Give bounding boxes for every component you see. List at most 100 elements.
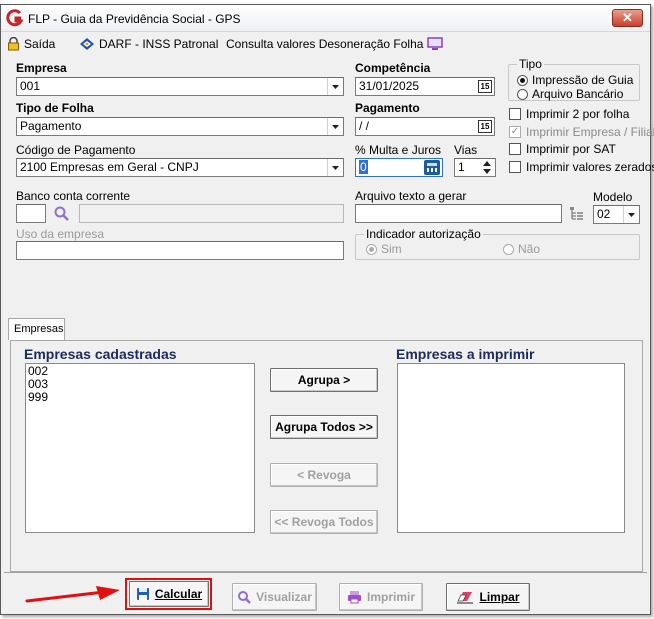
check-imprimir-empresa-filial: ✓ Imprimir Empresa / Filial: [509, 125, 654, 139]
visualizar-button: Visualizar: [232, 583, 317, 611]
check-imprimir-por-sat[interactable]: Imprimir por SAT: [509, 142, 616, 156]
tipo-label: Tipo: [517, 57, 544, 71]
magnifier-icon: [238, 591, 251, 604]
empresa-select[interactable]: 001: [16, 77, 344, 96]
check-empresa-filial-box: ✓: [509, 126, 521, 138]
floppy-disk-icon: [136, 588, 149, 600]
search-icon[interactable]: [53, 205, 70, 222]
calcular-button[interactable]: Calcular: [129, 581, 209, 607]
multa-value: 0: [359, 160, 368, 174]
spin-down-icon[interactable]: [482, 169, 492, 175]
annotation-arrow-icon: [25, 586, 120, 603]
padlock-icon: [8, 37, 19, 51]
empresas-cadastradas-list[interactable]: 002 003 999: [25, 363, 255, 533]
tipo-folha-select[interactable]: Pagamento: [16, 117, 344, 136]
radio-sim-dot: [366, 243, 377, 255]
uso-empresa-field[interactable]: [16, 241, 344, 260]
banco-label: Banco conta corrente: [16, 189, 131, 203]
radio-arquivo-bancario[interactable]: Arquivo Bancário: [517, 87, 623, 101]
empresa-value: 001: [20, 79, 41, 93]
close-button[interactable]: ✕: [612, 9, 643, 27]
radio-impressao-guia-dot: [517, 74, 528, 86]
modelo-value: 02: [597, 207, 611, 221]
check-sat-label: Imprimir por SAT: [526, 142, 616, 156]
check-imprimir-2-label: Imprimir 2 por folha: [526, 107, 630, 121]
list-item[interactable]: 999: [28, 391, 252, 404]
empresas-a-imprimir-title: Empresas a imprimir: [396, 346, 535, 362]
multa-field[interactable]: 0: [355, 158, 443, 177]
tipo-folha-label: Tipo de Folha: [16, 101, 94, 115]
modelo-select[interactable]: 02: [593, 205, 640, 224]
indicador-label: Indicador autorização: [364, 227, 483, 241]
agrupa-button-label: Agrupa >: [297, 373, 351, 387]
agrupa-todos-button[interactable]: Agrupa Todos >>: [270, 415, 378, 439]
check-zerados-box: [509, 161, 521, 173]
vias-label: Vias: [454, 143, 478, 157]
radio-arquivo-bancario-dot: [517, 88, 528, 100]
revoga-todos-button: << Revoga Todos: [270, 510, 378, 534]
imprimir-button: Imprimir: [339, 583, 423, 611]
list-item[interactable]: 002: [28, 365, 252, 378]
menu-saida[interactable]: Saída: [7, 35, 55, 53]
check-imprimir-2-por-folha[interactable]: Imprimir 2 por folha: [509, 107, 629, 121]
vias-value: 1: [458, 160, 465, 174]
tipo-folha-dropdown-button[interactable]: [327, 118, 343, 135]
check-imprimir-valores-zerados[interactable]: Imprimir valores zerados: [509, 160, 654, 174]
tab-empresas[interactable]: Empresas: [8, 318, 65, 340]
radio-impressao-guia-label: Impressão de Guia: [532, 73, 634, 87]
check-zerados-label: Imprimir valores zerados: [526, 160, 654, 174]
radio-impressao-guia[interactable]: Impressão de Guia: [517, 73, 633, 87]
title-bar: FLP - Guia da Previdência Social - GPS ✕: [1, 5, 650, 32]
codigo-pagamento-value: 2100 Empresas em Geral - CNPJ: [20, 160, 199, 174]
radio-arquivo-bancario-label: Arquivo Bancário: [532, 87, 624, 101]
radio-sim-label: Sim: [381, 242, 402, 256]
competencia-label: Competência: [355, 61, 431, 75]
empresas-cadastradas-title: Empresas cadastradas: [24, 346, 177, 362]
vias-spin-buttons[interactable]: [482, 160, 494, 175]
darf-logo-icon: [80, 38, 94, 50]
codigo-pagamento-dropdown-button[interactable]: [327, 159, 343, 176]
menu-saida-label: Saída: [24, 37, 56, 51]
competencia-field[interactable]: 31/01/2025 15: [355, 77, 495, 96]
radio-sim: Sim: [366, 242, 402, 256]
pagamento-field[interactable]: / / 15: [355, 117, 495, 136]
menu-consulta-label: Consulta valores Desoneração Folha: [226, 37, 424, 51]
banco-field[interactable]: [16, 204, 46, 223]
codigo-pagamento-select[interactable]: 2100 Empresas em Geral - CNPJ: [16, 158, 344, 177]
pagamento-value: / /: [359, 119, 370, 133]
limpar-button-label: Limpar: [479, 590, 520, 604]
modelo-dropdown-button[interactable]: [623, 206, 639, 223]
menu-consulta[interactable]: Consulta valores Desoneração Folha: [226, 35, 444, 53]
chevron-down-icon: [332, 84, 339, 89]
limpar-button[interactable]: Limpar: [446, 583, 530, 611]
calcular-button-label: Calcular: [154, 587, 203, 601]
file-tree-icon[interactable]: [569, 206, 585, 222]
check-sat-box: [509, 143, 521, 155]
empresa-dropdown-button[interactable]: [327, 78, 343, 95]
agrupa-button[interactable]: Agrupa >: [270, 368, 378, 392]
calendar-icon[interactable]: 15: [478, 120, 492, 133]
revoga-button: < Revoga: [270, 463, 378, 487]
chevron-down-icon: [332, 165, 339, 170]
codigo-pagamento-label: Código de Pagamento: [16, 143, 136, 157]
chevron-down-icon: [628, 212, 635, 217]
visualizar-button-label: Visualizar: [256, 590, 312, 604]
vias-stepper[interactable]: 1: [454, 158, 496, 177]
imprimir-button-label: Imprimir: [366, 590, 415, 604]
radio-nao-dot: [503, 243, 514, 255]
tab-panel-empresas: Empresas cadastradas 002 003 999 Agrupa …: [10, 340, 643, 572]
menu-darf[interactable]: DARF - INSS Patronal: [79, 35, 218, 53]
arquivo-label: Arquivo texto a gerar: [355, 189, 467, 203]
tipo-folha-value: Pagamento: [20, 119, 82, 133]
revoga-todos-button-label: << Revoga Todos: [274, 515, 374, 529]
calendar-icon[interactable]: 15: [478, 80, 492, 93]
list-item[interactable]: 003: [28, 378, 252, 391]
agrupa-todos-button-label: Agrupa Todos >>: [275, 420, 373, 434]
app-logo-icon: [6, 9, 24, 27]
empresas-a-imprimir-list[interactable]: [397, 363, 625, 533]
calculator-icon[interactable]: [424, 160, 440, 175]
banco-description-field: [79, 204, 344, 223]
spin-up-icon[interactable]: [482, 160, 492, 166]
arquivo-field[interactable]: [355, 204, 562, 223]
printer-icon: [347, 591, 361, 604]
